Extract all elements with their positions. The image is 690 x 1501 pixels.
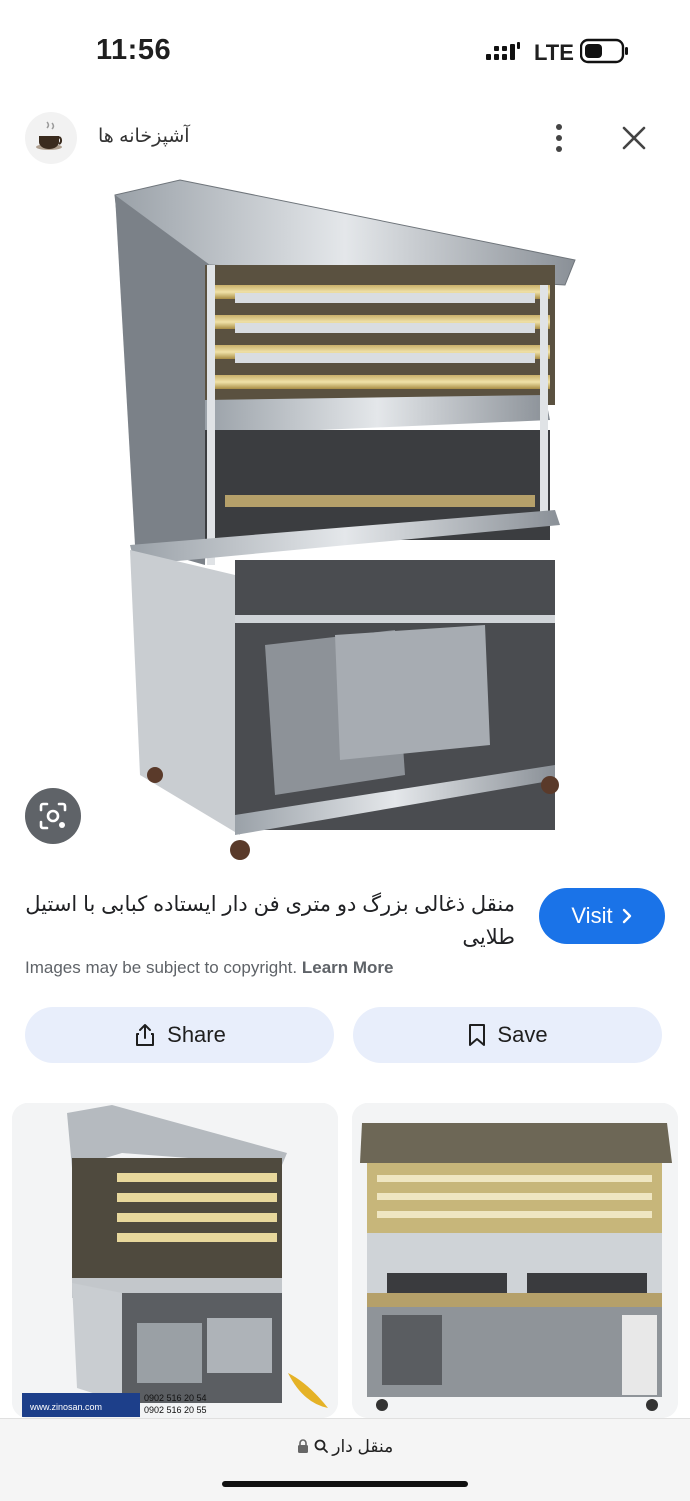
save-label: Save (497, 1022, 548, 1047)
source-favicon[interactable] (25, 112, 77, 164)
share-button[interactable]: Share (25, 1007, 334, 1063)
source-header: آشپزخانه ها (0, 108, 690, 168)
copyright-notice: Images may be subject to copyright. Lear… (25, 958, 394, 978)
bookmark-icon (469, 1024, 486, 1046)
lens-button[interactable] (25, 788, 81, 844)
status-bar: 11:56 LTE (0, 0, 690, 100)
network-label: LTE (534, 40, 574, 65)
learn-more-link[interactable]: Learn More (302, 958, 394, 977)
battery-icon (580, 38, 628, 64)
search-icon (314, 1439, 328, 1453)
product-image[interactable] (95, 175, 595, 875)
chevron-right-icon (622, 908, 631, 924)
badge-phone-1: 0902 516 20 54 (144, 1393, 207, 1403)
close-icon[interactable] (618, 122, 650, 154)
related-image[interactable]: www.zinosan.com 0902 516 20 54 0902 516 … (12, 1103, 338, 1418)
more-vert-icon[interactable] (544, 120, 574, 156)
lock-icon (297, 1439, 308, 1453)
source-name[interactable]: آشپزخانه ها (98, 125, 190, 148)
badge-site: www.zinosan.com (29, 1402, 102, 1412)
clock: 11:56 (96, 34, 172, 66)
share-icon (136, 1024, 155, 1046)
related-image-graphic: www.zinosan.com 0902 516 20 54 0902 516 … (12, 1103, 338, 1418)
copyright-text: Images may be subject to copyright. (25, 958, 298, 977)
coffee-cup-icon (36, 121, 63, 150)
home-indicator (222, 1481, 468, 1487)
related-image[interactable] (352, 1103, 678, 1418)
related-image-graphic (352, 1103, 678, 1418)
visit-label: Visit (571, 903, 613, 928)
image-title: منقل ذغالی بزرگ دو متری فن دار ایستاده ک… (25, 893, 515, 949)
visit-button[interactable]: Visit (539, 888, 665, 944)
save-button[interactable]: Save (353, 1007, 662, 1063)
lens-icon (39, 802, 67, 830)
badge-phone-2: 0902 516 20 55 (144, 1405, 207, 1415)
address-bar[interactable]: منقل دار (0, 1418, 690, 1501)
url-row[interactable]: منقل دار (0, 1437, 690, 1457)
share-label: Share (167, 1022, 226, 1047)
signal-icon (486, 42, 520, 60)
url-text: منقل دار (332, 1437, 394, 1456)
